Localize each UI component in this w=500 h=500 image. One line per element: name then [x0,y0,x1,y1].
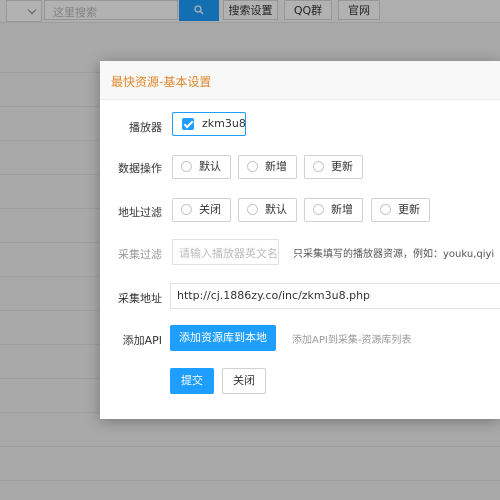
radio-label: 默认 [199,160,221,173]
radio-label: 关闭 [199,203,221,216]
addr-filter-label: 地址过滤 [118,206,162,219]
settings-dialog: 最快资源-基本设置 播放器 zkm3u8 数据操作 默认 新增 更新 地址过滤 … [100,61,500,419]
radio-label: 新增 [331,203,353,216]
radio-icon [380,204,391,215]
radio-label: 新增 [265,160,287,173]
radio-icon [313,161,324,172]
collect-filter-hint: 只采集填写的播放器资源，例如：youku,qiyi [293,249,495,260]
player-checkbox-zkm3u8[interactable]: zkm3u8 [172,112,246,136]
collect-filter-label: 采集过滤 [118,248,162,261]
radio-label: 默认 [265,203,287,216]
addr-filter-radio-close[interactable]: 关闭 [172,198,231,222]
radio-icon [313,204,324,215]
checkbox-checked-icon [182,118,194,130]
radio-icon [181,204,192,215]
dialog-header: 最快资源-基本设置 [100,61,500,100]
collect-filter-input[interactable]: 请输入播放器英文名称 [172,239,279,265]
collect-url-input[interactable]: http://cj.1886zy.co/inc/zkm3u8.php [170,283,500,309]
close-button[interactable]: 关闭 [222,368,266,394]
data-ops-radio-add[interactable]: 新增 [238,155,297,179]
radio-icon [247,204,258,215]
addr-filter-radio-update[interactable]: 更新 [371,198,430,222]
submit-button[interactable]: 提交 [170,368,214,394]
add-api-hint: 添加API到采集-资源库列表 [292,335,412,346]
player-label: 播放器 [129,121,162,134]
data-ops-label: 数据操作 [118,162,162,175]
add-library-button[interactable]: 添加资源库到本地 [170,325,276,351]
data-ops-radio-update[interactable]: 更新 [304,155,363,179]
collect-url-label: 采集地址 [118,292,162,305]
radio-label: 更新 [331,160,353,173]
addr-filter-radio-default[interactable]: 默认 [238,198,297,222]
data-ops-radio-default[interactable]: 默认 [172,155,231,179]
player-option-label: zkm3u8 [202,117,246,130]
radio-icon [181,161,192,172]
add-api-label: 添加API [122,334,162,347]
addr-filter-radio-add[interactable]: 新增 [304,198,363,222]
radio-label: 更新 [398,203,420,216]
radio-icon [247,161,258,172]
dialog-title: 最快资源-基本设置 [111,75,212,89]
